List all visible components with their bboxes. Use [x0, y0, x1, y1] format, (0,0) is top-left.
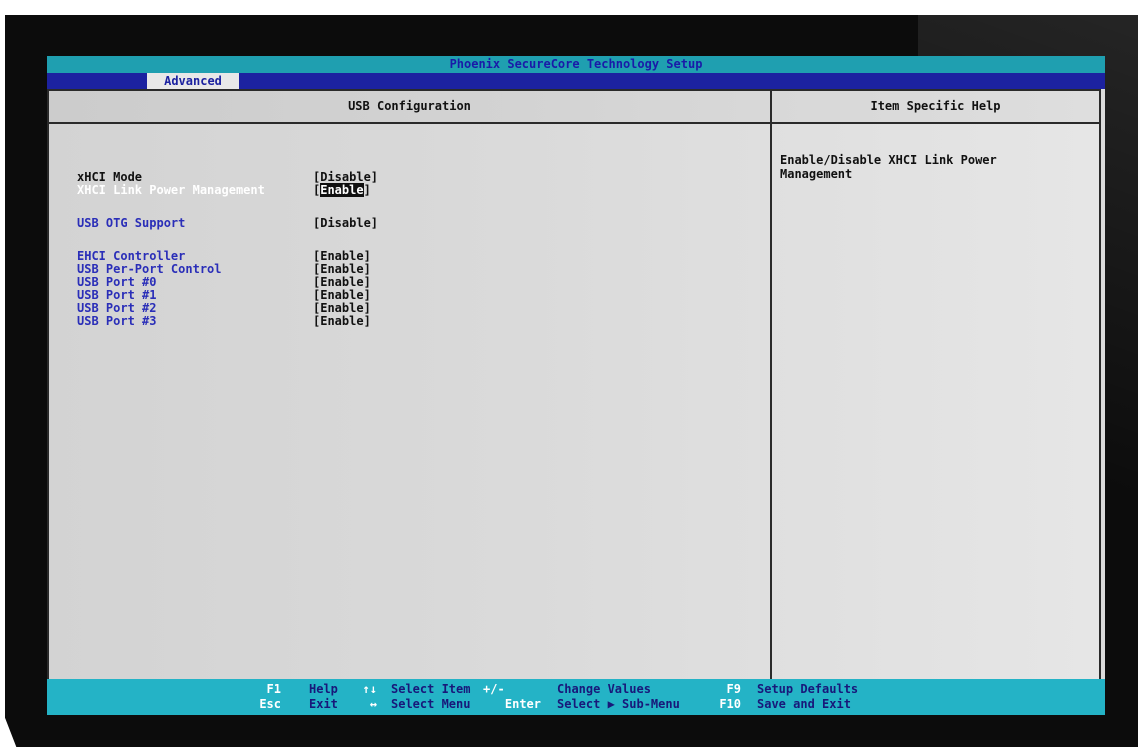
footer-keys-col1: F1 Esc [247, 682, 281, 712]
esc-key[interactable]: Esc [247, 697, 281, 712]
menu-bar: Advanced [47, 73, 1105, 89]
footer-desc-col1: Help Exit [309, 682, 338, 712]
help-text: Enable/Disable XHCI Link Power Managemen… [780, 153, 997, 181]
setting-value[interactable]: [Enable] [313, 315, 371, 328]
setting-value[interactable]: [Disable] [313, 217, 378, 230]
exit-label: Exit [309, 697, 338, 711]
setting-value-selected[interactable]: [Enable] [313, 183, 371, 197]
f10-key[interactable]: F10 [701, 697, 741, 712]
setting-label: USB Port #3 [77, 314, 157, 328]
selected-value-highlight[interactable]: Enable [320, 183, 364, 197]
select-menu-label: Select Menu [391, 697, 471, 711]
panel-title: USB Configuration [49, 91, 770, 124]
help-panel: Item Specific Help Enable/Disable XHCI L… [772, 91, 1099, 697]
help-label: Help [309, 682, 338, 696]
left-right-arrows-icon: ↔ [369, 697, 377, 711]
select-submenu-label: Select ▶ Sub-Menu [557, 697, 680, 711]
footer-keys-col2: ↑↓ ↔ [347, 682, 377, 712]
up-down-arrows-icon: ↑↓ [362, 682, 377, 696]
footer-desc-col3: Change Values Select ▶ Sub-Menu [557, 682, 680, 712]
footer-keys-col3: +/- Enter [483, 682, 541, 712]
enter-key[interactable]: Enter [483, 697, 541, 712]
footer-desc-col4: Setup Defaults Save and Exit [757, 682, 858, 712]
tab-advanced[interactable]: Advanced [147, 73, 239, 89]
footer-keys-col4: F9 F10 [701, 682, 741, 712]
f9-key[interactable]: F9 [701, 682, 741, 697]
plus-minus-key[interactable]: +/- [483, 682, 541, 697]
bios-screen: Phoenix SecureCore Technology Setup Adva… [47, 56, 1105, 715]
key-legend-bar: F1 Esc Help Exit ↑↓ ↔ Select Item Select… [47, 679, 1105, 715]
setup-defaults-label: Setup Defaults [757, 682, 859, 696]
help-title: Item Specific Help [772, 91, 1099, 124]
select-item-label: Select Item [391, 682, 471, 696]
setting-label: USB OTG Support [77, 216, 186, 230]
setup-frame: USB Configuration xHCI Mode [Disable] XH… [47, 89, 1101, 699]
save-and-exit-label: Save and Exit [757, 697, 851, 711]
setting-label: XHCI Link Power Management [77, 183, 265, 197]
f1-key[interactable]: F1 [247, 682, 281, 697]
change-values-label: Change Values [557, 682, 651, 696]
footer-desc-col2: Select Item Select Menu [391, 682, 470, 712]
settings-panel: USB Configuration xHCI Mode [Disable] XH… [49, 91, 772, 697]
setup-title: Phoenix SecureCore Technology Setup [47, 56, 1105, 73]
